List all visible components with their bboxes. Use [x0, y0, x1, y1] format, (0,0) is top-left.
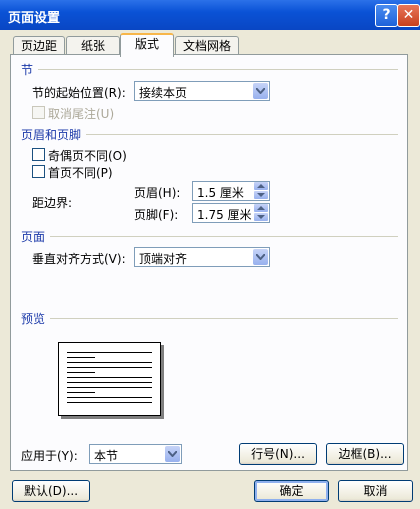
default-button[interactable]: 默认(D)... [12, 480, 90, 502]
footer-distance-spinner[interactable]: 1.75 厘米 [192, 203, 270, 223]
header-footer-divider [86, 134, 398, 135]
borders-button[interactable]: 边框(B)... [326, 443, 404, 465]
odd-even-checkbox[interactable] [32, 148, 45, 161]
window-title: 页面设置 [8, 11, 61, 26]
page-setup-dialog: 页面设置 ? ✕ 页边距 纸张 版式 文档网格 节 节的起始位置(R): 接续本… [0, 0, 420, 509]
section-start-value: 接续本页 [139, 86, 188, 100]
odd-even-label: 奇偶页不同(O) [48, 149, 127, 163]
preview-heading: 预览 [21, 312, 46, 326]
tab-margins[interactable]: 页边距 [13, 36, 65, 55]
first-page-checkbox[interactable] [32, 165, 45, 178]
suppress-endnotes-checkbox[interactable] [32, 106, 45, 119]
footer-distance-label: 页脚(F): [134, 208, 179, 222]
tab-layout[interactable]: 版式 [120, 33, 174, 57]
close-button[interactable]: ✕ [397, 4, 420, 27]
section-heading: 节 [21, 63, 34, 77]
spin-down-icon[interactable] [254, 191, 268, 199]
help-button[interactable]: ? [375, 4, 398, 27]
preview-line [67, 382, 152, 383]
preview-line [67, 372, 95, 373]
preview-line [67, 387, 152, 388]
section-start-select[interactable]: 接续本页 [134, 81, 270, 101]
vertical-alignment-label: 垂直对齐方式(V): [32, 252, 126, 266]
spin-up-icon[interactable] [254, 204, 268, 212]
preview-line [67, 397, 152, 398]
section-start-label: 节的起始位置(R): [32, 86, 126, 100]
suppress-endnotes-label: 取消尾注(U) [48, 107, 115, 121]
cancel-button[interactable]: 取消 [338, 480, 413, 502]
preview-line [67, 377, 152, 378]
page-divider [50, 236, 398, 237]
vertical-alignment-select[interactable]: 顶端对齐 [134, 247, 270, 267]
preview-line [67, 357, 95, 358]
ok-button[interactable]: 确定 [254, 480, 329, 502]
title-bar: 页面设置 ? ✕ [0, 0, 420, 30]
vertical-alignment-value: 顶端对齐 [139, 252, 188, 266]
preview-line [67, 392, 95, 393]
tab-document-grid[interactable]: 文档网格 [175, 36, 239, 55]
page-preview [58, 342, 161, 416]
from-edge-label: 距边界: [32, 196, 73, 210]
footer-distance-value: 1.75 厘米 [197, 208, 252, 222]
apply-to-select[interactable]: 本节 [89, 444, 182, 464]
spin-down-icon[interactable] [254, 213, 268, 221]
chevron-down-icon[interactable] [253, 249, 268, 265]
header-distance-value: 1.5 厘米 [197, 186, 244, 200]
preview-line [67, 362, 152, 363]
preview-divider [50, 318, 398, 319]
line-numbers-button[interactable]: 行号(N)... [239, 443, 317, 465]
first-page-label: 首页不同(P) [48, 166, 113, 180]
apply-to-label: 应用于(Y): [21, 449, 78, 463]
tab-paper[interactable]: 纸张 [66, 36, 120, 55]
apply-to-value: 本节 [94, 449, 119, 463]
section-divider [38, 69, 398, 70]
header-distance-spinner[interactable]: 1.5 厘米 [192, 181, 270, 201]
preview-line [67, 352, 152, 353]
preview-line [67, 367, 152, 368]
preview-line [67, 402, 152, 403]
header-distance-label: 页眉(H): [134, 186, 181, 200]
header-footer-heading: 页眉和页脚 [21, 128, 82, 142]
chevron-down-icon[interactable] [253, 83, 268, 99]
page-heading: 页面 [21, 230, 46, 244]
chevron-down-icon[interactable] [165, 446, 180, 462]
spin-up-icon[interactable] [254, 182, 268, 190]
